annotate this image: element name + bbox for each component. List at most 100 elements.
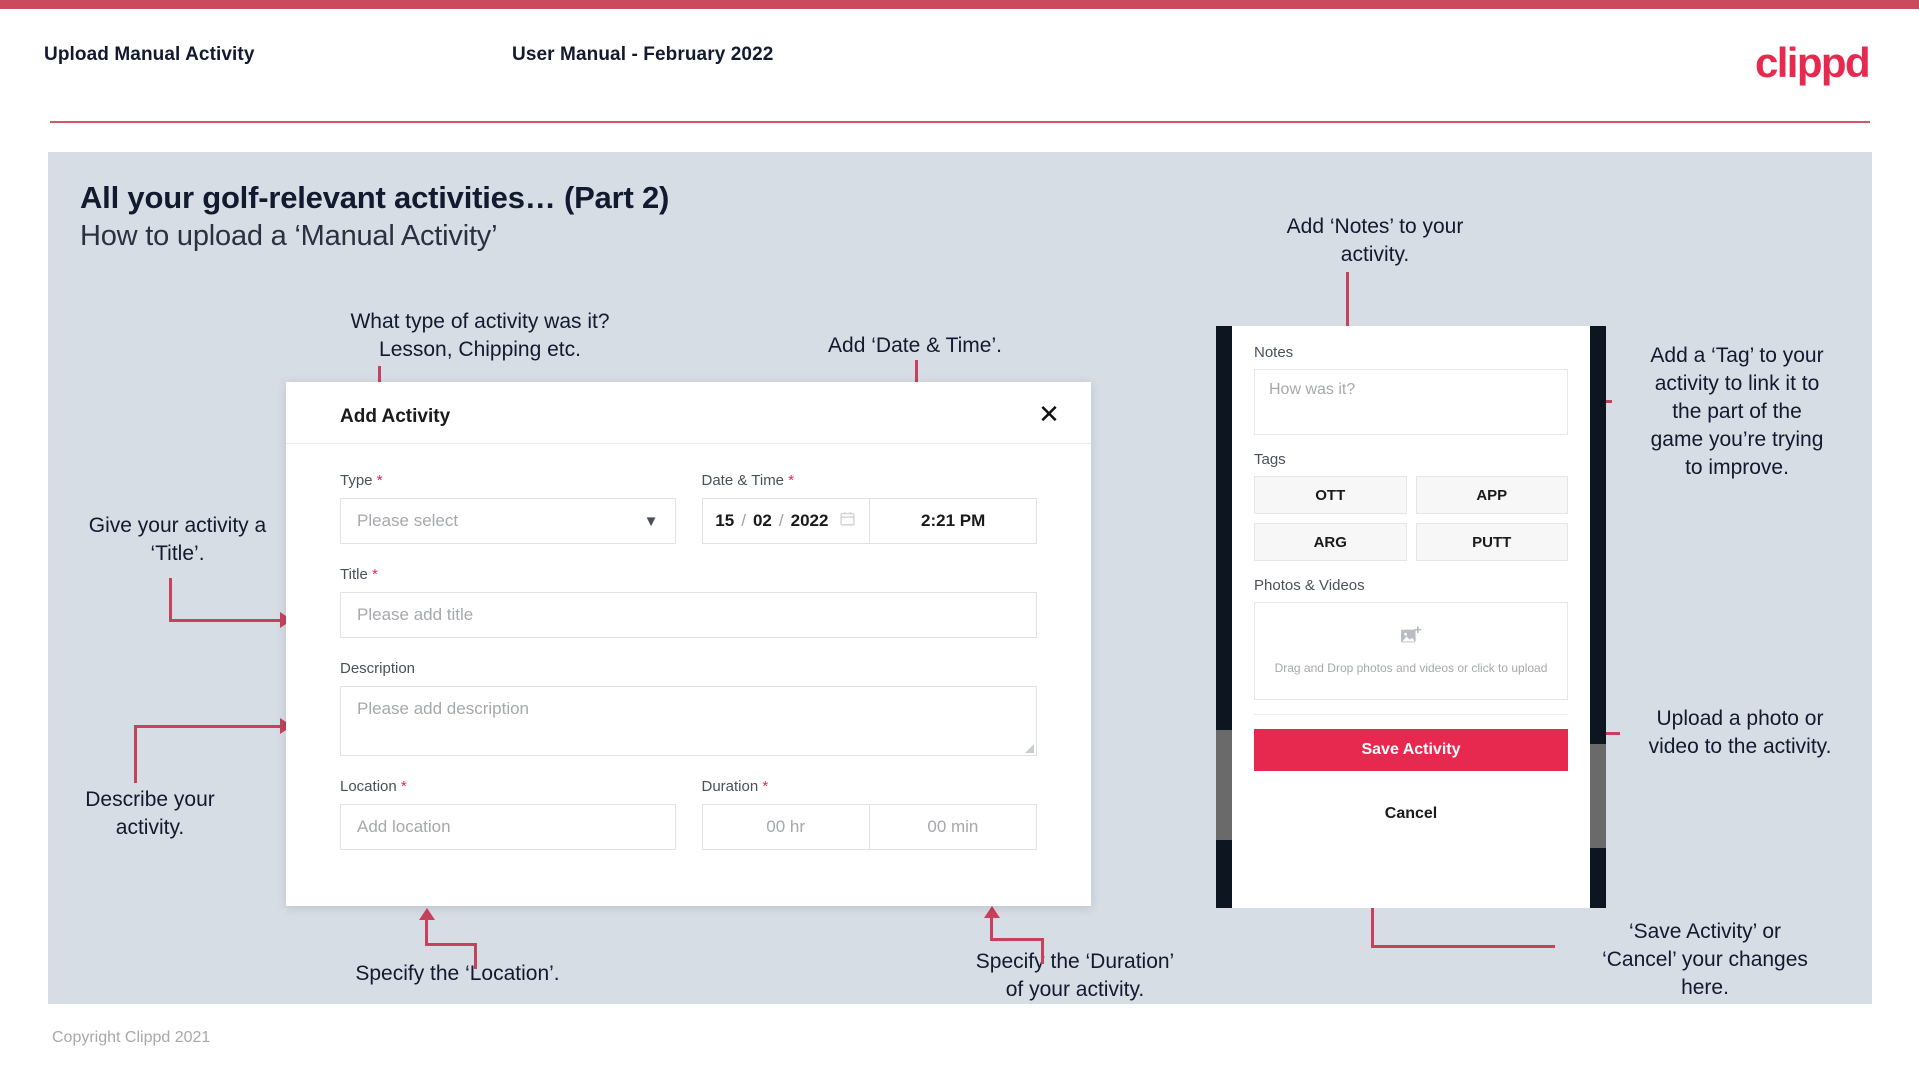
annotation-upload: Upload a photo or video to the activity. <box>1648 707 1832 758</box>
photos-videos-label: Photos & Videos <box>1254 577 1365 594</box>
field-location: Location * Add location <box>340 778 676 850</box>
datetime-label: Date & Time * <box>702 472 1038 489</box>
annotation-datetime: Add ‘Date & Time’. <box>828 334 1002 357</box>
header-title: Upload Manual Activity <box>44 44 255 65</box>
connector-location-seg2 <box>425 920 428 945</box>
photo-upload-dropzone[interactable]: Drag and Drop photos and videos or click… <box>1254 602 1568 700</box>
location-placeholder: Add location <box>357 817 451 836</box>
date-year: 2022 <box>790 511 829 530</box>
duration-group: 00 hr 00 min <box>701 804 1037 850</box>
location-input[interactable]: Add location <box>340 804 676 850</box>
page-title: All your golf-relevant activities… (Part… <box>80 180 670 215</box>
duration-label-text: Duration <box>701 778 759 795</box>
duration-hours-input[interactable]: 00 hr <box>703 805 869 849</box>
field-type: Type * Please select ▼ <box>340 472 676 544</box>
chevron-down-icon: ▼ <box>643 512 659 530</box>
annotation-title: Give your activity a ‘Title’. <box>88 514 267 565</box>
connector-duration-seg2 <box>990 918 993 940</box>
required-asterisk: * <box>788 472 795 489</box>
duration-minutes-input[interactable]: 00 min <box>868 805 1036 849</box>
dialog-body: Type * Please select ▼ Date & Time * 15 … <box>286 444 1091 850</box>
connector-description-seg1 <box>134 725 137 783</box>
dropzone-text: Drag and Drop photos and videos or click… <box>1274 660 1548 675</box>
add-image-icon <box>1400 625 1422 651</box>
tags-label: Tags <box>1254 451 1286 468</box>
description-textarea[interactable]: Please add description <box>340 686 1037 756</box>
connector-duration-arrow <box>984 906 1000 918</box>
calendar-icon[interactable] <box>839 510 856 532</box>
required-asterisk: * <box>762 778 769 795</box>
notes-label: Notes <box>1254 344 1294 361</box>
tag-button-ott[interactable]: OTT <box>1254 476 1407 514</box>
required-asterisk: * <box>376 472 383 489</box>
title-input[interactable]: Please add title <box>340 592 1037 638</box>
type-label-text: Type <box>340 472 373 489</box>
notes-placeholder: How was it? <box>1269 381 1356 398</box>
header-subtitle: User Manual - February 2022 <box>512 44 774 65</box>
connector-location-seg1 <box>425 943 477 946</box>
annotation-location: Specify the ‘Location’. <box>355 962 560 985</box>
row-location-duration: Location * Add location Duration * 00 hr… <box>340 778 1037 850</box>
location-label-text: Location <box>340 778 397 795</box>
date-input[interactable]: 15 / 02 / 2022 <box>703 499 870 543</box>
phone-side-button-right <box>1590 744 1606 848</box>
phone-side-button-left <box>1216 730 1232 840</box>
datetime-label-text: Date & Time <box>701 472 785 489</box>
phone-mockup: Notes How was it? Tags OTT APP ARG PUTT … <box>1216 326 1606 908</box>
footer-copyright: Copyright Clippd 2021 <box>52 1029 211 1046</box>
save-activity-button[interactable]: Save Activity <box>1254 729 1568 771</box>
field-datetime: Date & Time * 15 / 02 / 2022 2:21 PM <box>701 472 1038 544</box>
dialog-header: Add Activity ✕ <box>286 382 1091 444</box>
top-accent-bar <box>0 0 1919 9</box>
annotation-description: Describe your activity. <box>85 788 215 839</box>
date-month: 02 <box>752 511 772 530</box>
close-icon[interactable]: ✕ <box>1033 398 1065 430</box>
annotation-notes: Add ‘Notes’ to your activity. <box>1286 215 1464 266</box>
header-divider <box>50 121 1870 123</box>
title-label-text: Title <box>340 566 368 583</box>
field-title: Title * Please add title <box>340 566 1037 638</box>
type-select[interactable]: Please select ▼ <box>340 498 676 544</box>
location-label: Location * <box>340 778 676 795</box>
phone-divider <box>1254 714 1568 715</box>
tag-button-putt[interactable]: PUTT <box>1415 523 1568 561</box>
date-separator: / <box>778 511 784 530</box>
annotation-type: What type of activity was it? Lesson, Ch… <box>350 310 610 361</box>
phone-screen: Notes How was it? Tags OTT APP ARG PUTT … <box>1232 326 1590 908</box>
connector-title-seg1 <box>169 578 172 622</box>
time-input[interactable]: 2:21 PM <box>869 499 1036 543</box>
connector-location-seg3 <box>474 943 477 969</box>
annotation-save: ‘Save Activity’ or ‘Cancel’ your changes… <box>1602 920 1808 999</box>
field-duration: Duration * 00 hr 00 min <box>701 778 1038 850</box>
connector-save-seg3 <box>1371 945 1415 948</box>
connector-duration-seg3 <box>1041 938 1044 964</box>
connector-description-seg2 <box>134 725 282 728</box>
tag-button-arg[interactable]: ARG <box>1254 523 1407 561</box>
tag-button-app[interactable]: APP <box>1415 476 1568 514</box>
type-placeholder: Please select <box>357 511 459 530</box>
duration-label: Duration * <box>702 778 1038 795</box>
page-subtitle: How to upload a ‘Manual Activity’ <box>80 220 498 252</box>
field-description: Description Please add description <box>340 660 1037 756</box>
cancel-button[interactable]: Cancel <box>1254 805 1568 823</box>
annotation-tag: Add a ‘Tag’ to your activity to link it … <box>1650 344 1824 479</box>
dialog-title: Add Activity <box>340 406 451 427</box>
required-asterisk: * <box>371 566 378 583</box>
description-label: Description <box>340 660 416 677</box>
connector-duration-seg1 <box>990 938 1044 941</box>
title-label: Title * <box>340 566 1037 583</box>
slide-page: Upload Manual Activity User Manual - Feb… <box>0 0 1919 1079</box>
connector-location-arrow <box>419 908 435 920</box>
clippd-logo: clippd <box>1754 39 1871 86</box>
tags-grid: OTT APP ARG PUTT <box>1254 476 1568 561</box>
notes-textarea[interactable]: How was it? <box>1254 369 1568 435</box>
required-asterisk: * <box>400 778 407 795</box>
datetime-group: 15 / 02 / 2022 2:21 PM <box>701 498 1037 544</box>
type-label: Type * <box>340 472 676 489</box>
date-separator: / <box>741 511 746 530</box>
title-placeholder: Please add title <box>357 605 474 624</box>
row-type-datetime: Type * Please select ▼ Date & Time * 15 … <box>340 472 1037 544</box>
add-activity-dialog: Add Activity ✕ Type * Please select ▼ Da… <box>286 382 1091 906</box>
connector-title-seg2 <box>169 619 282 622</box>
description-placeholder: Please add description <box>357 699 530 718</box>
